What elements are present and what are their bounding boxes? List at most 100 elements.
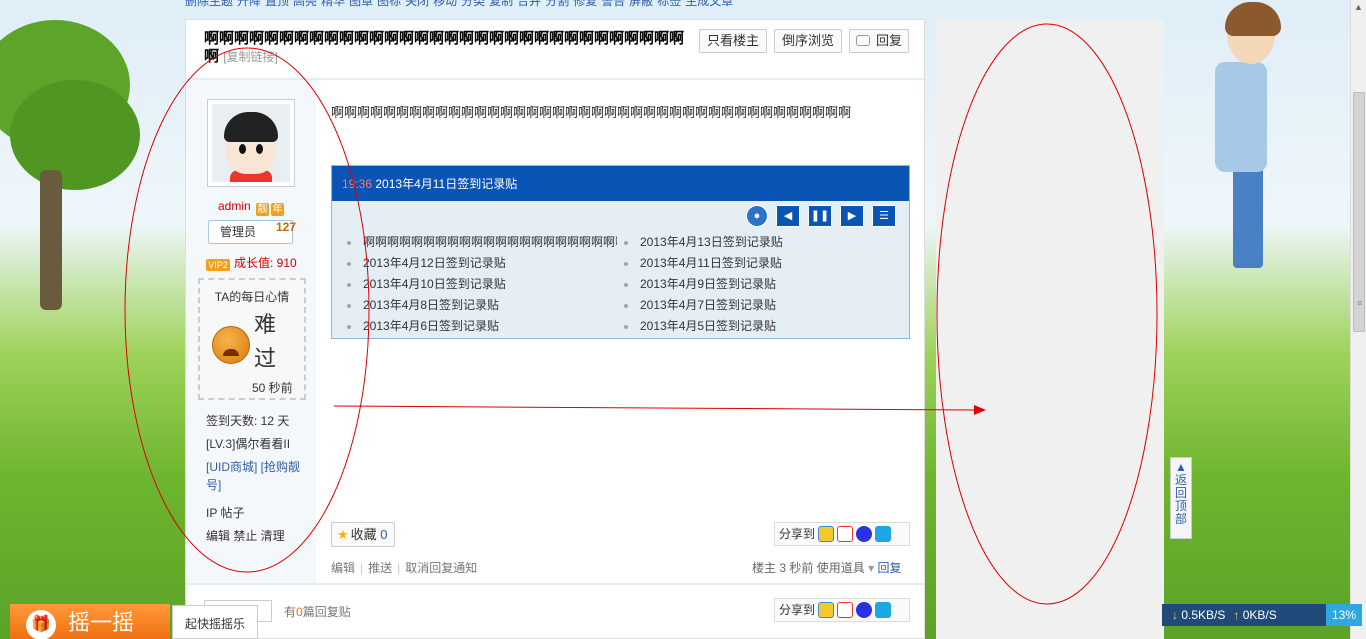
upload-speed: 0KB/S — [1242, 608, 1277, 622]
post-panel: 啊啊啊啊啊啊啊啊啊啊啊啊啊啊啊啊啊啊啊啊啊啊啊啊啊啊啊啊啊啊啊啊啊 [复制链接]… — [185, 19, 925, 639]
toolbar-item[interactable]: 图标 — [377, 0, 401, 8]
checkin-header[interactable]: 19:36 2013年4月11日签到记录贴 — [332, 166, 909, 201]
weibo-icon[interactable] — [837, 602, 854, 618]
daily-mood: TA的每日心情 难过 50 秒前 — [198, 278, 306, 400]
vip-icon: VIP2 — [206, 259, 230, 271]
shake-label: 摇一摇 — [68, 610, 135, 635]
toolbar-item[interactable]: 精华 — [321, 0, 345, 8]
author-name[interactable]: admin — [218, 199, 251, 213]
avatar[interactable] — [207, 99, 295, 187]
toolbar-item[interactable]: 屏蔽 — [629, 0, 653, 8]
next-icon[interactable]: ▶ — [840, 205, 864, 227]
year-badge-icon: 年 — [271, 203, 285, 216]
checkin-list-item[interactable]: 2013年4月13日签到记录贴 — [624, 232, 894, 253]
toolbar-item[interactable]: 生成文章 — [685, 0, 733, 8]
reply-button-label: 回复 — [875, 33, 902, 48]
checkin-list-item[interactable]: 2013年4月9日签到记录贴 — [624, 274, 894, 295]
shake-button[interactable]: 🎁 摇一摇 — [10, 604, 170, 639]
favorite-button[interactable]: ★ 收藏 0 — [331, 522, 395, 547]
checkin-list-item[interactable]: 2013年4月8日签到记录贴 — [347, 295, 617, 316]
checkin-list-item[interactable]: 2013年4月5日签到记录贴 — [624, 316, 894, 337]
speech-bubble-icon — [855, 35, 870, 46]
reverse-order-button[interactable]: 倒序浏览 — [774, 29, 842, 53]
copy-link[interactable]: [复制链接] — [223, 50, 278, 64]
pause-icon[interactable]: ❚❚ — [808, 205, 832, 227]
role-number: 127 — [276, 220, 297, 234]
chat-icon[interactable]: ● — [746, 205, 768, 227]
star-icon: ★ — [337, 527, 349, 542]
cpu-percent: 13% — [1326, 604, 1362, 626]
previous-icon[interactable]: ◀ — [776, 205, 800, 227]
toolbar-item[interactable]: 合并 — [517, 0, 541, 8]
checkin-list-left: 啊啊啊啊啊啊啊啊啊啊啊啊啊啊啊啊啊啊啊啊啊啊 2013年4月12日签到记录贴 201… — [347, 232, 617, 337]
toolbar-item[interactable]: 移动 — [433, 0, 457, 8]
toolbar-item[interactable]: 删除主题 — [185, 0, 233, 8]
divider — [186, 583, 924, 585]
reply-button[interactable]: 回复 — [849, 29, 909, 53]
ip-posts[interactable]: IP 帖子 — [206, 504, 244, 521]
scroll-up-icon[interactable]: ▲ — [1354, 2, 1363, 12]
checkin-time: 19:36 — [342, 177, 373, 191]
grip-icon: ≡ — [1357, 298, 1363, 308]
mood-text: 难过 — [254, 312, 277, 371]
growth-text: 成长值: 910 — [234, 256, 297, 270]
post-content: 啊啊啊啊啊啊啊啊啊啊啊啊啊啊啊啊啊啊啊啊啊啊啊啊啊啊啊啊啊啊啊啊啊啊啊啊啊啊啊啊 — [331, 105, 852, 120]
checkin-list-item[interactable]: 2013年4月11日签到记录贴 — [624, 253, 894, 274]
author-name-row: admin 靓年 — [186, 199, 316, 216]
scrollbar[interactable]: ▲ ≡ — [1350, 0, 1366, 639]
use-tool-menu[interactable]: 使用道具 — [817, 561, 865, 575]
toolbar-item[interactable]: 关闭 — [405, 0, 429, 8]
push-link[interactable]: 推送 — [368, 561, 392, 575]
qzone-icon[interactable] — [818, 526, 835, 542]
checkin-widget: 19:36 2013年4月11日签到记录贴 ● ◀ ❚❚ ▶ ☰ 啊啊啊啊啊啊啊啊啊啊啊… — [331, 165, 910, 339]
checkin-title: 2013年4月11日签到记录贴 — [375, 177, 518, 191]
checkin-list-item[interactable]: 2013年4月7日签到记录贴 — [624, 295, 894, 316]
toolbar-item[interactable]: 分类 — [461, 0, 485, 8]
post-actions: 编辑 | 推送 | 取消回复通知 — [331, 561, 478, 575]
background-boy-illustration — [1205, 0, 1285, 270]
only-author-button[interactable]: 只看楼主 — [699, 29, 767, 53]
toolbar-item[interactable]: 高亮 — [293, 0, 317, 8]
reply-count: 0 — [296, 605, 303, 619]
scrollbar-thumb[interactable]: ≡ — [1353, 92, 1365, 332]
floor-label: 楼主 — [752, 561, 777, 575]
download-arrow-icon: ↓ — [1172, 608, 1178, 622]
toolbar-item[interactable]: 标签 — [657, 0, 681, 8]
toolbar-item[interactable]: 复制 — [489, 0, 513, 8]
post-title: 啊啊啊啊啊啊啊啊啊啊啊啊啊啊啊啊啊啊啊啊啊啊啊啊啊啊啊啊啊啊啊啊啊 [复制链接] — [204, 30, 694, 66]
reply-link[interactable]: 回复 — [877, 561, 901, 575]
admin-actions[interactable]: 编辑 禁止 清理 — [206, 527, 285, 544]
gift-icon: 🎁 — [26, 610, 56, 639]
caret-down-icon: ▾ — [868, 561, 875, 575]
list-icon[interactable]: ☰ — [872, 205, 896, 227]
growth-value: VIP2 成长值: 910 — [206, 254, 297, 271]
post-header: 啊啊啊啊啊啊啊啊啊啊啊啊啊啊啊啊啊啊啊啊啊啊啊啊啊啊啊啊啊啊啊啊啊 [复制链接]… — [186, 20, 924, 78]
sad-face-icon — [212, 326, 250, 364]
user-level: [LV.3]偶尔看看II — [206, 437, 291, 451]
toolbar-item[interactable]: 修复 — [573, 0, 597, 8]
paipai-icon[interactable] — [875, 602, 892, 618]
shop-links[interactable]: [UID商城] [抢购靓号] — [206, 458, 306, 494]
toolbar-item[interactable]: 置顶 — [265, 0, 289, 8]
author-sidebar: admin 靓年 管理员 127 VIP2 成长值: 910 TA的每日心情 难过… — [186, 80, 316, 583]
toolbar-item[interactable]: 升降 — [237, 0, 261, 8]
checkin-list-item[interactable]: 2013年4月12日签到记录贴 — [347, 253, 617, 274]
checkin-list-item[interactable]: 2013年4月10日签到记录贴 — [347, 274, 617, 295]
toolbar-item[interactable]: 警告 — [601, 0, 625, 8]
toolbar-item[interactable]: 图章 — [349, 0, 373, 8]
checkin-list-item[interactable]: 啊啊啊啊啊啊啊啊啊啊啊啊啊啊啊啊啊啊啊啊啊啊 — [347, 232, 617, 253]
qzone-icon[interactable] — [818, 602, 835, 618]
baidu-icon[interactable] — [856, 602, 873, 618]
edit-link[interactable]: 编辑 — [331, 561, 355, 575]
checkin-list-item[interactable]: 2013年4月6日签到记录贴 — [347, 316, 617, 337]
baidu-icon[interactable] — [856, 526, 873, 542]
moderation-toolbar: 删除主题 升降 置顶 高亮 精华 图章 图标 关闭 移动 分类 复制 合并 分割 修复 警告 屏蔽 标签 生成文章 — [185, 0, 925, 10]
right-sidebar — [936, 19, 1164, 639]
back-to-top-button[interactable]: ▲ 返回顶部 — [1170, 457, 1192, 539]
toolbar-item[interactable]: 分割 — [545, 0, 569, 8]
shake-tip[interactable]: 起快摇摇乐 — [172, 605, 258, 639]
cancel-notify-link[interactable]: 取消回复通知 — [405, 561, 477, 575]
paipai-icon[interactable] — [875, 526, 892, 542]
weibo-icon[interactable] — [837, 526, 854, 542]
favorite-label: 收藏 — [350, 527, 377, 542]
